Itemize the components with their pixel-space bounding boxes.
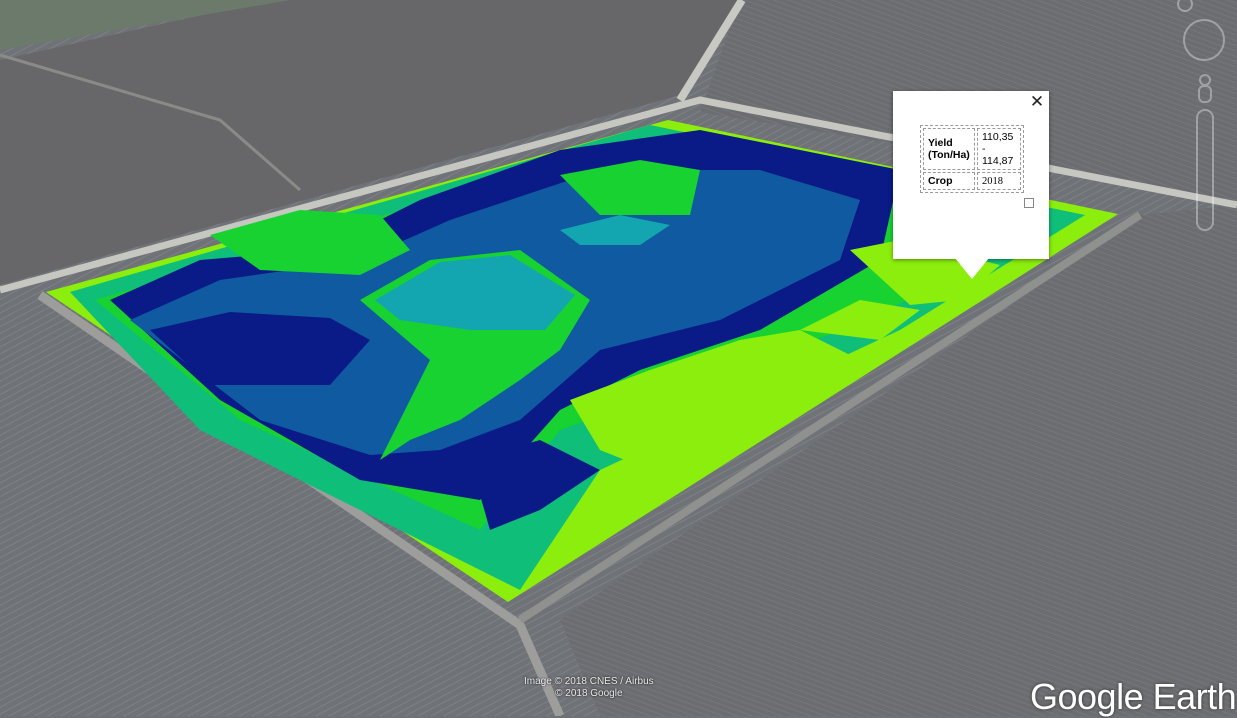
attribution-line-1: Image © 2018 CNES / Airbus bbox=[524, 676, 654, 687]
table-row: Crop 2018 bbox=[923, 172, 1021, 190]
info-popup: ✕ Yield (Ton/Ha) 110,35 - 114,87 Crop 20… bbox=[893, 91, 1049, 259]
yield-key: Yield (Ton/Ha) bbox=[923, 128, 975, 170]
imagery-attribution: Image © 2018 CNES / Airbus © 2018 Google bbox=[524, 676, 654, 700]
table-row: Yield (Ton/Ha) 110,35 - 114,87 bbox=[923, 128, 1021, 170]
google-earth-logo: Google Earth bbox=[1030, 676, 1237, 717]
crop-key: Crop bbox=[923, 172, 975, 190]
yield-value: 110,35 - 114,87 bbox=[977, 128, 1021, 170]
info-table: Yield (Ton/Ha) 110,35 - 114,87 Crop 2018 bbox=[920, 125, 1024, 193]
satellite-map[interactable] bbox=[0, 0, 1237, 716]
resize-handle[interactable] bbox=[1024, 198, 1034, 208]
attribution-line-2: © 2018 Google bbox=[555, 688, 623, 699]
crop-value: 2018 bbox=[977, 172, 1021, 190]
close-icon[interactable]: ✕ bbox=[1028, 93, 1046, 111]
popup-pointer bbox=[955, 258, 989, 279]
